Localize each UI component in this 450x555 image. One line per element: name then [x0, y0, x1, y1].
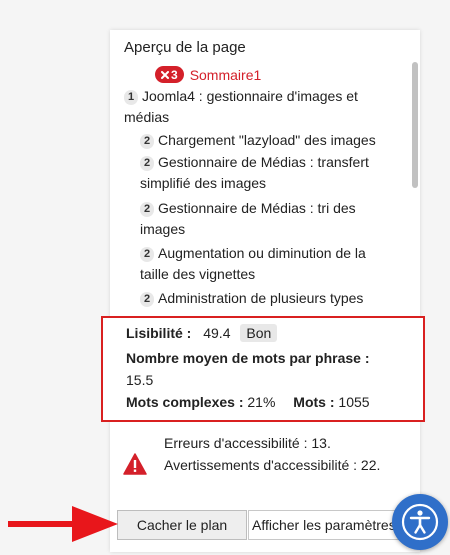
readability-score: 49.4 — [203, 325, 231, 341]
hide-outline-button[interactable]: Cacher le plan — [117, 510, 247, 540]
accessibility-errors: Erreurs d'accessibilité : 13. — [164, 435, 331, 451]
readability-rating-chip: Bon — [240, 324, 278, 342]
accessibility-warnings: Avertissements d'accessibilité : 22. — [164, 457, 381, 473]
outline-heading-item[interactable]: 2 Administration de plusieurs types — [140, 288, 363, 309]
warning-triangle-icon — [123, 453, 147, 475]
error-count-badge: 3 — [155, 66, 184, 83]
heading-level-badge: 2 — [140, 156, 154, 171]
words-label: Mots : — [293, 394, 335, 410]
avg-words-value: 15.5 — [126, 372, 154, 388]
heading-level-badge: 2 — [140, 247, 154, 262]
heading-text: Chargement "lazyload" des images — [158, 132, 376, 148]
heading-text: Administration de plusieurs types — [158, 290, 364, 306]
accessibility-summary: Erreurs d'accessibilité : 13. Avertissem… — [110, 424, 420, 502]
complex-words-value: 21% — [247, 394, 276, 410]
accessibility-text: Erreurs d'accessibilité : 13. Avertissem… — [164, 432, 404, 476]
heading-level-badge: 2 — [140, 134, 154, 149]
outline-heading-item[interactable]: 2 Gestionnaire de Médias : tri des images — [140, 198, 356, 240]
accessibility-person-icon — [401, 503, 439, 541]
complex-words-label: Mots complexes : — [126, 394, 244, 410]
error-heading-label: Sommaire1 — [189, 66, 262, 83]
outline-title: Aperçu de la page — [124, 39, 246, 56]
readability-box: Lisibilité : 49.4 Bon Nombre moyen de mo… — [101, 316, 425, 422]
readability-label: Lisibilité : — [126, 325, 192, 341]
heading-text: Joomla4 : gestionnaire d'images et — [142, 88, 358, 104]
page-outline: Aperçu de la page 3 Sommaire1 1 Joomla4 :… — [110, 30, 410, 310]
heading-text-cont: taille des vignettes — [140, 266, 256, 282]
outline-heading-item[interactable]: 1 Joomla4 : gestionnaire d'images et médi… — [124, 86, 358, 128]
readability-score-line: Lisibilité : 49.4 Bon — [126, 324, 278, 342]
outline-error-item[interactable]: 3 Sommaire1 — [155, 66, 261, 83]
outline-heading-item[interactable]: 2 Gestionnaire de Médias : transfert simp… — [140, 152, 410, 194]
accessibility-menu-button[interactable] — [392, 494, 448, 550]
outline-scrollbar-thumb[interactable] — [412, 62, 418, 188]
heading-level-badge: 1 — [124, 90, 138, 105]
outline-heading-item[interactable]: 2 Augmentation ou diminution de la taille… — [140, 243, 366, 285]
outline-heading-item[interactable]: 2 Chargement "lazyload" des images — [140, 130, 376, 151]
heading-text-cont: médias — [124, 109, 170, 125]
word-stats-line: Mots complexes : 21% Mots : 1055 — [126, 394, 370, 410]
heading-text: Gestionnaire de Médias : tri des — [158, 200, 356, 216]
heading-text-cont: images — [140, 221, 186, 237]
heading-text-cont: simplifié des images — [140, 175, 267, 191]
error-count: 3 — [171, 67, 178, 82]
heading-text: Augmentation ou diminution de la — [158, 245, 366, 261]
heading-text: Gestionnaire de Médias : transfert — [158, 154, 369, 170]
words-value: 1055 — [338, 394, 370, 410]
close-x-icon — [161, 70, 169, 79]
heading-level-badge: 2 — [140, 202, 154, 217]
red-arrow-annotation — [8, 506, 118, 542]
avg-words-label: Nombre moyen de mots par phrase : — [126, 350, 370, 366]
heading-level-badge: 2 — [140, 292, 154, 307]
